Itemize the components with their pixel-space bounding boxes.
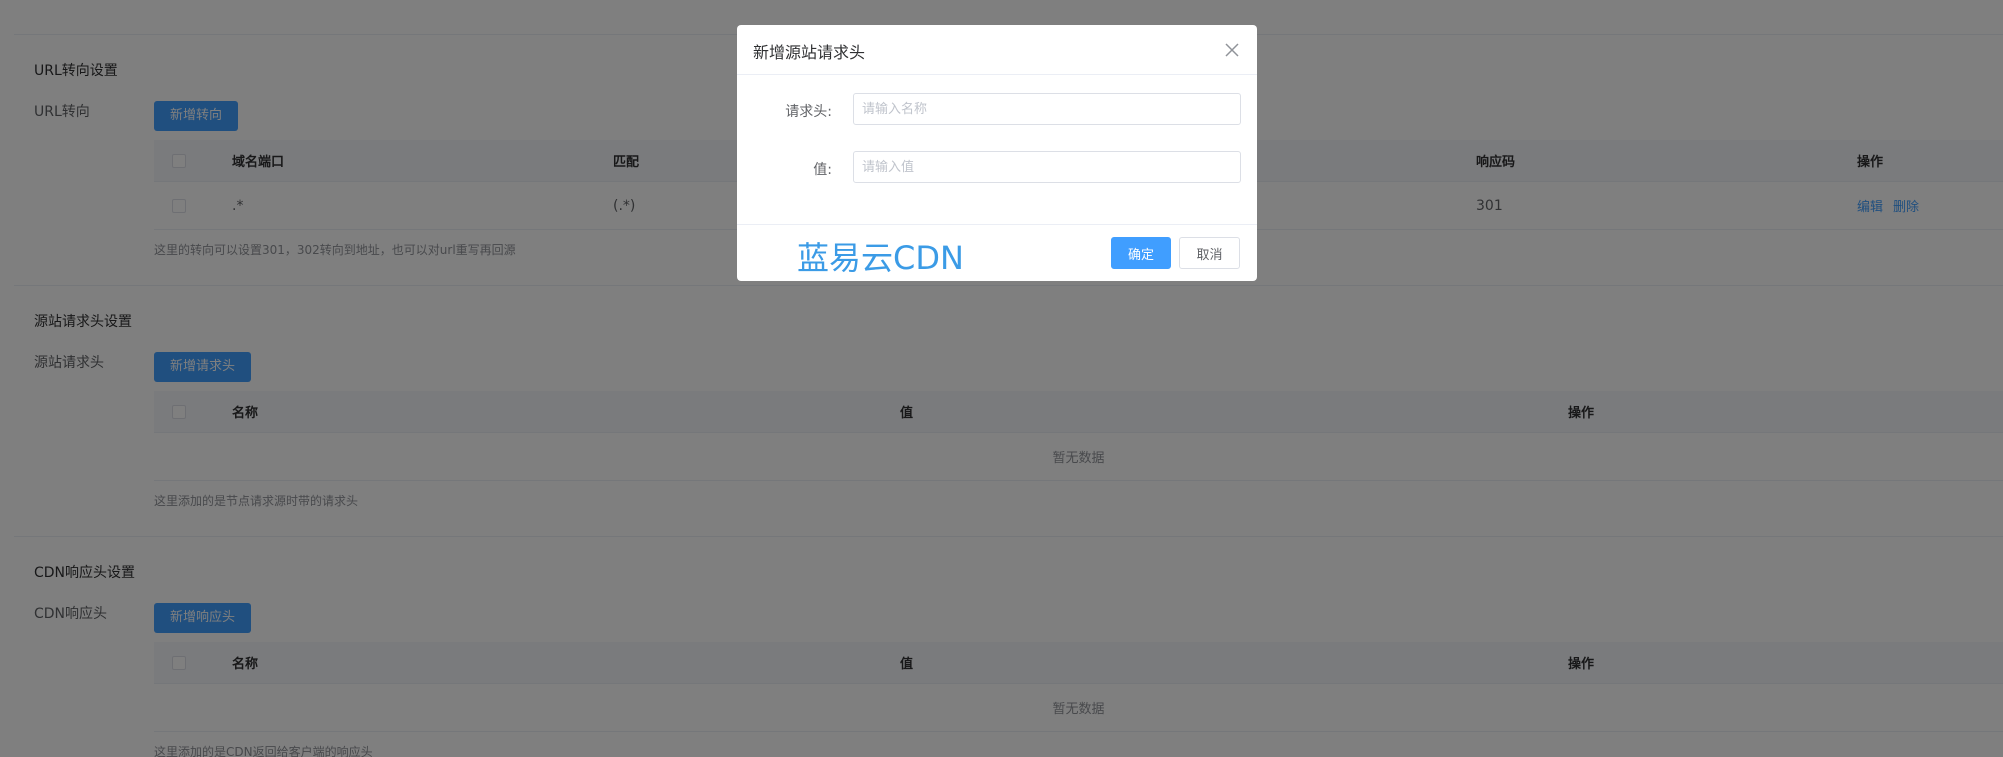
add-origin-header-dialog: 新增源站请求头 请求头: 值: 蓝易云CDN 确定 取消 [737, 25, 1257, 281]
confirm-button[interactable]: 确定 [1111, 237, 1171, 269]
header-value-input[interactable] [853, 151, 1241, 183]
header-field-label: 请求头: [785, 104, 832, 120]
dialog-title: 新增源站请求头 [753, 43, 866, 62]
close-icon [1225, 43, 1239, 57]
value-field-label: 值: [813, 162, 832, 178]
close-button[interactable] [1223, 41, 1241, 59]
cancel-button[interactable]: 取消 [1179, 237, 1240, 269]
dialog-header: 新增源站请求头 [737, 25, 1257, 75]
dialog-footer: 蓝易云CDN 确定 取消 [737, 224, 1257, 281]
header-name-input[interactable] [853, 93, 1241, 125]
watermark-text: 蓝易云CDN [797, 239, 964, 277]
